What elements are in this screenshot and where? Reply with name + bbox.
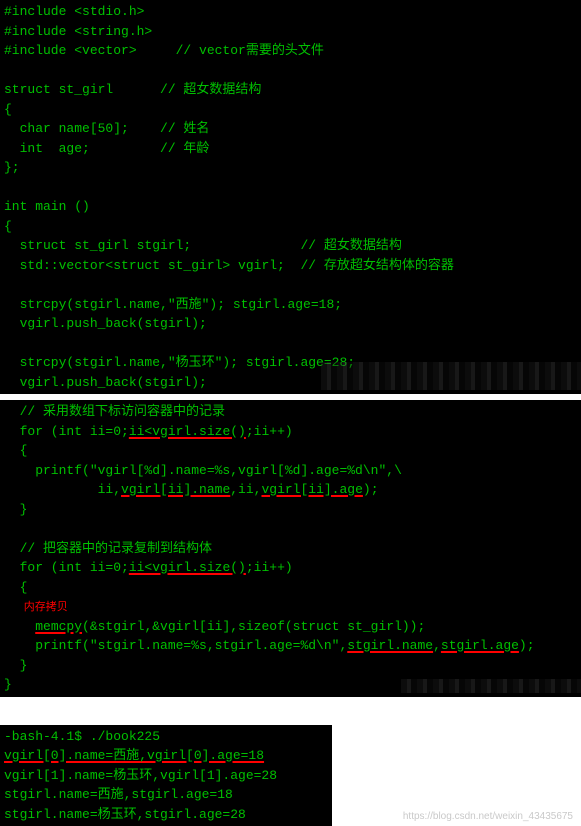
code-line: char name[50]; // 姓名 (4, 121, 209, 136)
highlight: stgirl.name (347, 638, 433, 653)
noise-bar (321, 362, 581, 376)
highlight: vgirl[ii].name (121, 482, 230, 497)
code-block-2: // 采用数组下标访问容器中的记录 for (int ii=0;ii<vgirl… (0, 400, 581, 697)
code-line: // 采用数组下标访问容器中的记录 (4, 404, 225, 419)
output-line: vgirl[0].name=西施,vgirl[0].age=18 (4, 748, 264, 763)
highlight: stgirl.age (441, 638, 519, 653)
highlight: ii<vgirl.size() (129, 424, 246, 439)
output-line: vgirl[1].name=杨玉环,vgirl[1].age=28 (4, 768, 277, 783)
code-block-1: #include <stdio.h> #include <string.h> #… (0, 0, 581, 394)
watermark: https://blog.csdn.net/weixin_43435675 (403, 811, 573, 822)
code-line: } (4, 677, 12, 692)
code-line: { (4, 102, 12, 117)
code-line: { (4, 219, 12, 234)
output-line: -bash-4.1$ ./book225 (4, 729, 160, 744)
noise-bar (321, 376, 581, 390)
code-line: { (4, 580, 27, 595)
code-line: } (4, 502, 27, 517)
code-line: #include <vector> // vector需要的头文件 (4, 43, 324, 58)
code-line: printf("vgirl[%d].name=%s,vgirl[%d].age=… (4, 463, 402, 478)
code-line: } (4, 658, 27, 673)
code-line: strcpy(stgirl.name,"杨玉环"); stgirl.age=28… (4, 355, 355, 370)
code-line: #include <string.h> (4, 24, 152, 39)
output-line: stgirl.name=杨玉环,stgirl.age=28 (4, 807, 246, 822)
code-line: ii,vgirl[ii].name,ii,vgirl[ii].age); (4, 482, 379, 497)
highlight: ii<vgirl.size() (129, 560, 246, 575)
noise-bar (401, 679, 581, 693)
code-line: // 把容器中的记录复制到结构体 (4, 541, 212, 556)
code-line: struct st_girl // 超女数据结构 (4, 82, 261, 97)
code-line: #include <stdio.h> (4, 4, 144, 19)
code-line: struct st_girl stgirl; // 超女数据结构 (4, 238, 402, 253)
code-line: printf("stgirl.name=%s,stgirl.age=%d\n",… (4, 638, 535, 653)
code-line: vgirl.push_back(stgirl); (4, 316, 207, 331)
code-line: }; (4, 160, 20, 175)
terminal-output: -bash-4.1$ ./book225 vgirl[0].name=西施,vg… (0, 725, 332, 826)
code-line: std::vector<struct st_girl> vgirl; // 存放… (4, 258, 454, 273)
code-line: memcpy(&stgirl,&vgirl[ii],sizeof(struct … (4, 619, 425, 634)
code-line: strcpy(stgirl.name,"西施"); stgirl.age=18; (4, 297, 342, 312)
output-line: stgirl.name=西施,stgirl.age=18 (4, 787, 233, 802)
highlight: memcpy (35, 619, 82, 634)
code-line: int age; // 年龄 (4, 141, 209, 156)
annotation-memcpy: 内存拷贝 (4, 602, 68, 614)
code-line: { (4, 443, 27, 458)
code-line: for (int ii=0;ii<vgirl.size();ii++) (4, 424, 293, 439)
code-line: vgirl.push_back(stgirl); (4, 375, 207, 390)
code-line: int main () (4, 199, 90, 214)
code-line: for (int ii=0;ii<vgirl.size();ii++) (4, 560, 293, 575)
highlight: vgirl[ii].age (261, 482, 362, 497)
